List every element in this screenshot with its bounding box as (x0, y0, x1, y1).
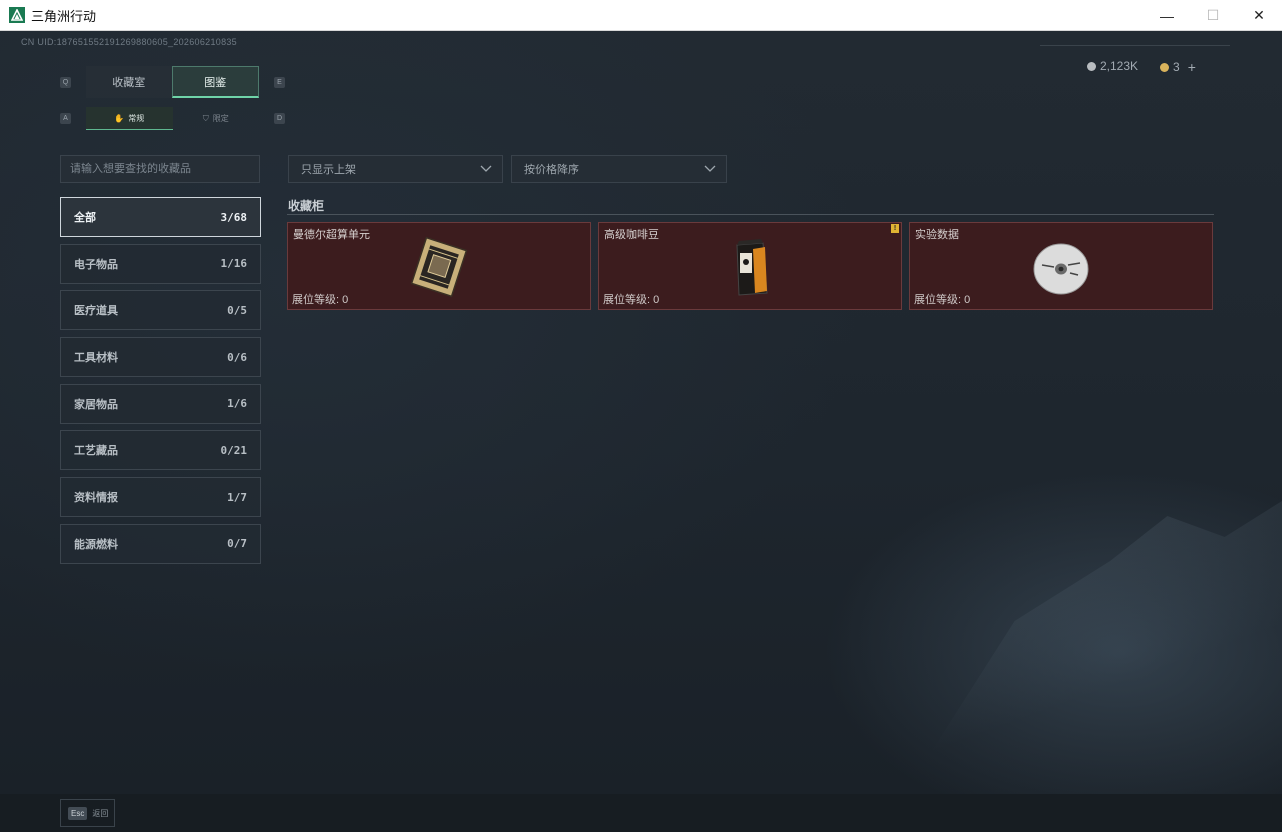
category-label: 全部 (74, 212, 96, 224)
category-count: 0/21 (220, 443, 248, 457)
category-count: 3/68 (220, 210, 248, 224)
shelf-filter-dropdown[interactable]: 只显示上架 (288, 155, 503, 183)
silver-currency-value: 2,123K (1100, 59, 1139, 73)
hotkey-d: D (274, 113, 285, 124)
item-card[interactable]: 实验数据 展位等级: 0 (909, 222, 1213, 310)
item-name: 高级咖啡豆 (604, 229, 659, 241)
category-label: 工具材料 (74, 352, 118, 365)
gold-currency-value: 3 (1173, 60, 1180, 74)
category-count: 1/6 (227, 397, 247, 411)
category-intel[interactable]: 资料情报 1/7 (60, 477, 261, 518)
hotkey-a: A (60, 113, 71, 124)
computing-unit-icon (410, 236, 468, 298)
background-mountain (900, 501, 1282, 794)
bottom-bar: Esc 返回 (0, 794, 1282, 832)
hand-icon: ✋ (114, 113, 125, 123)
search-input[interactable] (60, 155, 260, 183)
window-titlebar: 三角洲行动 — ☐ ✕ (0, 0, 1282, 31)
app-logo-icon (9, 7, 25, 23)
category-label: 工艺藏品 (74, 445, 118, 458)
silver-currency: 2,123K (1087, 59, 1138, 73)
item-name: 曼德尔超算单元 (293, 229, 370, 241)
item-name: 实验数据 (915, 229, 959, 241)
category-medical[interactable]: 医疗道具 0/5 (60, 290, 261, 331)
sort-dropdown[interactable]: 按价格降序 (511, 155, 727, 183)
category-tools[interactable]: 工具材料 0/6 (60, 337, 261, 378)
category-list: 全部 3/68 电子物品 1/16 医疗道具 0/5 工具材料 0/6 家居物品… (60, 197, 261, 571)
item-card[interactable]: 高级咖啡豆 ! 展位等级: 0 (598, 222, 902, 310)
chevron-down-icon (704, 165, 716, 172)
hotkey-e: E (274, 77, 285, 88)
silver-coin-icon (1087, 61, 1096, 71)
header-divider (1040, 45, 1230, 46)
category-crafts[interactable]: 工艺藏品 0/21 (60, 430, 261, 471)
coffee-bag-icon (736, 239, 768, 296)
category-label: 电子物品 (74, 258, 118, 271)
category-count: 0/5 (227, 303, 247, 317)
category-household[interactable]: 家居物品 1/6 (60, 383, 261, 424)
category-all[interactable]: 全部 3/68 (60, 197, 261, 237)
subtab-limited[interactable]: ⛉ 限定 (173, 107, 260, 130)
gold-coin-icon (1160, 62, 1169, 72)
category-label: 家居物品 (74, 398, 118, 411)
subtab-regular-label: 常规 (128, 113, 145, 123)
add-currency-button[interactable]: + (1188, 59, 1196, 75)
window-title: 三角洲行动 (31, 8, 97, 24)
hotkey-q: Q (60, 77, 71, 88)
maximize-button[interactable]: ☐ (1190, 0, 1236, 31)
item-card[interactable]: 曼德尔超算单元 展位等级: 0 (287, 222, 591, 310)
category-energy[interactable]: 能源燃料 0/7 (60, 523, 261, 564)
close-button[interactable]: ✕ (1236, 0, 1282, 31)
item-display-level: 展位等级: 0 (914, 294, 971, 306)
chevron-down-icon (480, 165, 492, 172)
tab-collection-room[interactable]: 收藏室 (86, 66, 172, 98)
back-button[interactable]: Esc 返回 (60, 799, 115, 827)
category-count: 0/6 (227, 350, 247, 364)
category-electronics[interactable]: 电子物品 1/16 (60, 243, 261, 284)
limited-icon: ⛉ (202, 113, 209, 123)
section-divider (287, 214, 1214, 215)
notification-badge: ! (891, 224, 899, 233)
item-display-level: 展位等级: 0 (292, 294, 349, 306)
subtab-limited-label: 限定 (212, 114, 229, 123)
tab-catalog[interactable]: 图鉴 (171, 66, 259, 98)
minimize-button[interactable]: — (1144, 0, 1190, 31)
category-count: 1/7 (227, 490, 247, 504)
main-tabs: 收藏室 图鉴 (86, 66, 259, 98)
category-label: 医疗道具 (74, 305, 118, 318)
sub-tabs: ✋ 常规 ⛉ 限定 (86, 107, 259, 130)
back-label: 返回 (92, 808, 109, 818)
section-title: 收藏柜 (288, 199, 325, 213)
category-count: 1/16 (220, 257, 248, 271)
subtab-regular[interactable]: ✋ 常规 (86, 107, 173, 130)
sort-value: 按价格降序 (524, 164, 579, 176)
data-disc-icon (1033, 243, 1089, 295)
player-uid: CN UID:187651552191269880605_20260621083… (21, 37, 237, 47)
shelf-filter-value: 只显示上架 (301, 164, 356, 176)
category-label: 资料情报 (74, 492, 118, 505)
category-count: 0/7 (227, 537, 247, 551)
esc-key-hint: Esc (68, 806, 88, 820)
game-viewport: CN UID:187651552191269880605_20260621083… (0, 31, 1282, 794)
category-label: 能源燃料 (74, 538, 118, 551)
item-display-level: 展位等级: 0 (603, 294, 660, 306)
gold-currency[interactable]: 3 + (1160, 59, 1196, 75)
